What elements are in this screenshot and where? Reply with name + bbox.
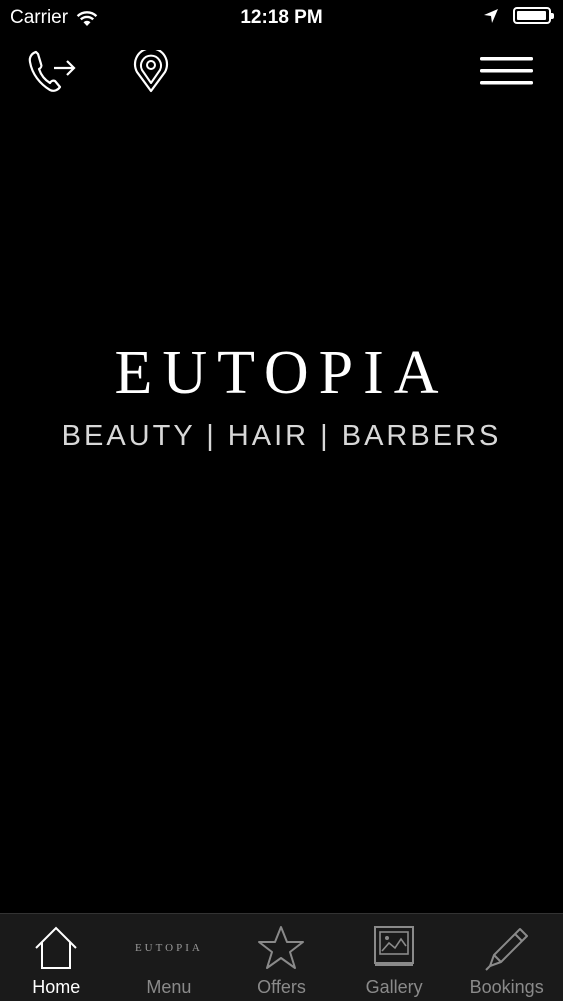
eutopia-logo: EUTOPIA [134, 942, 203, 954]
tab-home-label: Home [32, 977, 81, 997]
star-icon [258, 926, 305, 969]
tab-menu[interactable]: EUTOPIA Menu [113, 914, 226, 1001]
status-bar: Carrier 12:18 PM [0, 0, 563, 36]
map-pin-icon[interactable] [130, 50, 172, 94]
house-icon [35, 926, 78, 969]
tab-bar: Home EUTOPIA Menu Offers Gallery Booking… [0, 913, 563, 1001]
hamburger-menu-icon[interactable] [480, 56, 533, 86]
tab-offers[interactable]: Offers [225, 914, 338, 1001]
battery-icon [513, 7, 554, 24]
pencil-icon [484, 928, 528, 971]
tab-offers-label: Offers [257, 977, 306, 997]
location-arrow-icon [484, 8, 498, 23]
image-icon [374, 926, 415, 966]
tab-home[interactable]: Home [0, 914, 113, 1001]
tab-menu-label: Menu [146, 977, 192, 997]
tab-gallery[interactable]: Gallery [338, 914, 451, 1001]
brand-tagline: BEAUTY | HAIR | BARBERS [61, 420, 502, 452]
tab-gallery-label: Gallery [365, 977, 423, 997]
tab-bookings[interactable]: Bookings [450, 914, 563, 1001]
status-time: 12:18 PM [240, 7, 323, 28]
brand-title: EUTOPIA [114, 339, 449, 407]
status-right [483, 7, 554, 24]
tab-bookings-label: Bookings [469, 977, 544, 997]
battery-fill [517, 11, 546, 20]
phone-forward-icon[interactable] [26, 48, 78, 96]
